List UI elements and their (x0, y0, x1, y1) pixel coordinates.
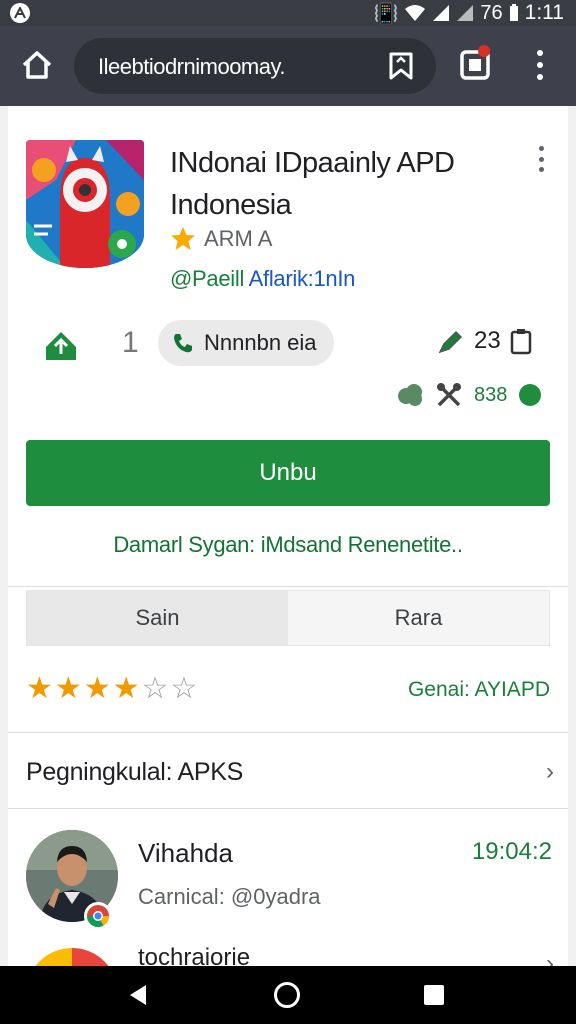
system-nav-bar (0, 966, 576, 1024)
chevron-right-icon: › (546, 758, 554, 785)
star-icon: ★ (83, 672, 111, 705)
stat-count: 1 (122, 326, 139, 359)
star-rating[interactable]: ★ ★ ★ ★ ☆ ☆ (26, 672, 197, 706)
section-header[interactable]: Pegningkulal: APKS › (8, 734, 568, 808)
vibrate-icon: 📳 (373, 2, 399, 25)
developer-prefix: @Paeill (170, 266, 245, 291)
status-bar: 📳 76 1:11 (0, 0, 576, 26)
app-logo (26, 140, 144, 268)
star-badge-icon (171, 227, 195, 250)
review-date: 19:04:2 (471, 838, 552, 865)
overflow-menu-icon[interactable] (532, 50, 548, 80)
section-title: Pegningkulal: APKS (26, 758, 243, 786)
battery-icon (509, 4, 518, 21)
developer-link[interactable]: Aflarik:1nIn (249, 266, 356, 291)
app-badge-row: ARM A (170, 226, 272, 252)
genre-label: Genai: AYIAPD (407, 678, 550, 701)
browser-toolbar: Ileebtiodrnimoomay. (0, 26, 576, 106)
reviewer-subtitle: Carnical: @0yadra (138, 884, 321, 909)
star-empty-icon: ☆ (141, 672, 169, 705)
tools-icon (437, 383, 461, 407)
promo-text[interactable]: Damarl Sygan: iMdsand Renenetite.. (8, 532, 568, 558)
app-title-line-2: Indonesia (170, 189, 292, 221)
status-dot (519, 384, 542, 406)
call-chip-label: Nnnnbn eia (204, 330, 317, 355)
clipboard-icon[interactable] (509, 327, 533, 355)
recents-icon[interactable] (424, 985, 444, 1005)
stat-right-value: 23 (474, 327, 501, 354)
signal-icon-2 (457, 5, 474, 21)
url-text[interactable]: Ileebtiodrnimoomay. (98, 54, 285, 80)
bookmark-icon[interactable] (388, 52, 414, 80)
rating-row: ★ ★ ★ ★ ☆ ☆ Genai: AYIAPD (26, 672, 550, 708)
stat-right: 23 (436, 326, 533, 356)
feature-icons-row: 838 (396, 382, 542, 408)
notification-badge (478, 45, 490, 57)
feature-value: 838 (474, 383, 508, 406)
reviewer-name: Vihahda (138, 838, 233, 868)
next-item-icon (26, 948, 118, 966)
app-title: INdonai IDpaainly APD Indonesia (170, 142, 510, 226)
battery-level: 76 (480, 1, 503, 24)
next-item-title: tochraiorie (138, 944, 251, 966)
app-title-line-1: INdonai IDpaainly APD (170, 147, 455, 179)
star-icon: ★ (112, 672, 140, 705)
wifi-icon (405, 5, 426, 21)
notification-icon (10, 3, 30, 23)
app-more-options-icon[interactable] (536, 146, 546, 172)
cloud-icon (398, 384, 422, 406)
clock: 1:11 (524, 1, 564, 24)
stats-row: 1 Nnnnbn eia 23 (8, 318, 568, 374)
home-circle-icon[interactable] (274, 982, 300, 1008)
call-chip[interactable]: Nnnnbn eia (158, 320, 334, 366)
phone-icon (174, 334, 192, 353)
segment-right[interactable]: Rara (288, 591, 549, 645)
address-bar[interactable]: Ileebtiodrnimoomay. (74, 38, 436, 94)
chrome-badge-icon (84, 902, 112, 930)
segmented-control: Sain Rara (26, 590, 550, 646)
developer-line: @Paeill Aflarik:1nIn (170, 266, 355, 292)
install-button[interactable]: Unbu (26, 440, 550, 506)
review-item[interactable]: Vihahda 19:04:2 Carnical: @0yadra (8, 822, 568, 932)
star-icon: ★ (26, 672, 53, 705)
segment-left[interactable]: Sain (27, 591, 288, 645)
next-list-item[interactable]: tochraiorie › (8, 936, 568, 966)
upload-icon[interactable] (44, 330, 78, 362)
home-icon[interactable] (20, 48, 54, 82)
signal-icon (433, 5, 450, 21)
back-icon[interactable] (128, 984, 148, 1006)
app-detail-page: INdonai IDpaainly APD Indonesia ARM A @P… (8, 106, 568, 966)
chevron-right-icon: › (546, 950, 554, 966)
divider (8, 586, 568, 587)
app-badge-label: ARM A (204, 226, 273, 251)
divider (8, 808, 568, 809)
divider (8, 732, 568, 733)
star-empty-icon: ☆ (170, 672, 198, 705)
star-icon: ★ (54, 672, 82, 705)
pen-icon (438, 330, 463, 354)
